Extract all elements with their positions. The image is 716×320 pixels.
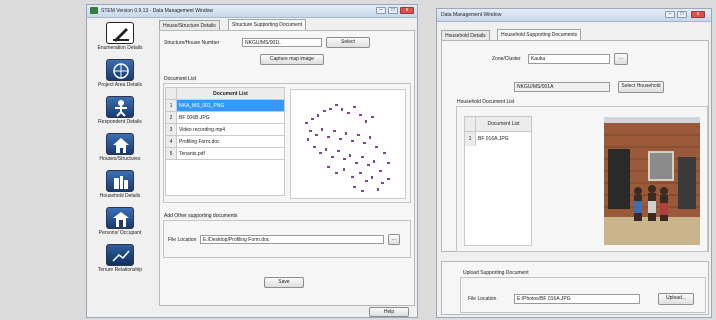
- document-name[interactable]: BF 016A.JPG: [475, 131, 532, 147]
- structure-number-field[interactable]: NKGU/MS/001L: [242, 38, 322, 47]
- document-name[interactable]: Profiling Form.doc: [176, 135, 285, 148]
- close-button[interactable]: x: [400, 7, 414, 14]
- document-list-table[interactable]: Document List 1 NKA_MS_001_PNG 2 BF 006B…: [165, 87, 285, 160]
- select-button[interactable]: Select: [326, 37, 370, 48]
- tab-household-supporting-documents[interactable]: Household Supporting Documents: [497, 29, 582, 40]
- sidebar-item-label: Persons/ Occupant: [98, 230, 142, 236]
- table-header-row: Document List: [464, 116, 532, 132]
- content-panel: Structure/House Number NKGU/MS/001L Sele…: [159, 30, 415, 306]
- person-icon: [106, 96, 134, 118]
- document-name[interactable]: NKA_MS_001_PNG: [176, 99, 285, 112]
- sidebar-item-label: Houses/Structures: [99, 156, 141, 162]
- pen-icon: [106, 22, 134, 44]
- tab-house-structure-details[interactable]: House/Structure Details: [159, 20, 220, 30]
- sidebar-item-label: Household Details: [99, 193, 141, 199]
- file-location-field[interactable]: E:/Desktop/Profiling Form.doc: [200, 235, 384, 244]
- sidebar-item-label: Respondent Details: [98, 119, 142, 125]
- document-name[interactable]: BF 006B.JPG: [176, 111, 285, 124]
- browse-button[interactable]: ...: [388, 234, 400, 245]
- help-button[interactable]: Help: [369, 307, 409, 317]
- tab-structure-supporting-document[interactable]: Structure Supporting Document: [228, 19, 307, 30]
- household-table-empty-area: [464, 146, 532, 246]
- upload-group-title: Upload Supporting Document: [462, 270, 530, 276]
- upload-button[interactable]: Upload...: [658, 293, 694, 305]
- minimize-button[interactable]: –: [376, 7, 386, 14]
- household-photo: [604, 117, 700, 245]
- left-window: STEM Version 0.9.13 - Data Management Wi…: [86, 4, 418, 318]
- document-list-header: Document List: [176, 87, 285, 100]
- upload-file-location-label: File Location: [468, 296, 497, 302]
- sidebar-item-label: Enumeration Details: [97, 45, 143, 51]
- table-row[interactable]: 1 NKA_MS_001_PNG: [165, 99, 285, 112]
- globe-icon: [106, 59, 134, 81]
- household-id-field[interactable]: NKGU/MS/001A: [514, 82, 610, 92]
- sidebar-item-project-area[interactable]: Project Area Details: [87, 59, 153, 88]
- minimize-button[interactable]: –: [665, 11, 675, 18]
- file-location-label: File Location: [168, 237, 197, 243]
- tenure-icon: [106, 244, 134, 266]
- table-row[interactable]: 4 Profiling Form.doc: [165, 135, 285, 148]
- maximize-button[interactable]: □: [677, 11, 687, 18]
- left-title-bar: STEM Version 0.9.13 - Data Management Wi…: [87, 5, 417, 18]
- left-window-title: STEM Version 0.9.13 - Data Management Wi…: [101, 8, 213, 14]
- household-content-panel: Zone/Cluster Kauka ... NKGU/MS/001A Sele…: [441, 40, 709, 252]
- table-row[interactable]: 2 BF 006B.JPG: [165, 111, 285, 124]
- document-list-group-title: Document List: [163, 76, 197, 82]
- sidebar-item-household[interactable]: Household Details: [87, 170, 153, 199]
- household-document-list-group-title: Household Document List: [456, 99, 516, 105]
- add-other-documents-group-title: Add Other supporting documents: [163, 213, 239, 219]
- sidebar-item-respondent[interactable]: Respondent Details: [87, 96, 153, 125]
- sidebar-item-label: Project Area Details: [98, 82, 142, 88]
- sidebar: Enumeration Details Project Area Details…: [87, 18, 155, 317]
- household-document-list-header: Document List: [475, 116, 532, 132]
- upload-file-location-field[interactable]: E:/Photos/BF 016A.JPG: [514, 294, 640, 304]
- right-title-bar: Data Management Window – □ x: [437, 9, 711, 22]
- document-name[interactable]: Tenants.pdf: [176, 147, 285, 160]
- right-window-title: Data Management Window: [441, 12, 502, 18]
- save-button[interactable]: Save: [264, 277, 304, 288]
- map-image-preview: [290, 89, 406, 199]
- upload-panel: Upload Supporting Document File Location…: [441, 261, 709, 315]
- zone-cluster-field[interactable]: Kauka: [528, 54, 610, 64]
- tab-household-details[interactable]: Household Details: [441, 30, 490, 40]
- sidebar-item-houses[interactable]: Houses/Structures: [87, 133, 153, 162]
- capture-map-image-button[interactable]: Capture map image: [260, 54, 324, 65]
- sidebar-item-tenure[interactable]: Tenure Relationship: [87, 244, 153, 273]
- sidebar-item-label: Tenure Relationship: [97, 267, 143, 273]
- sidebar-item-persons[interactable]: Persons/ Occupant: [87, 207, 153, 236]
- table-row[interactable]: 3 Video recording.mp4: [165, 123, 285, 136]
- table-empty-area: [165, 160, 285, 196]
- zone-cluster-label: Zone/Cluster: [492, 56, 521, 62]
- app-icon: [90, 7, 98, 14]
- close-button[interactable]: x: [691, 11, 705, 18]
- door-icon: [106, 207, 134, 229]
- maximize-button[interactable]: □: [388, 7, 398, 14]
- structure-number-label: Structure/House Number: [164, 40, 220, 46]
- sidebar-item-enumeration[interactable]: Enumeration Details: [87, 22, 153, 51]
- household-icon: [106, 170, 134, 192]
- document-name[interactable]: Video recording.mp4: [176, 123, 285, 136]
- right-window: Data Management Window – □ x Household D…: [436, 8, 712, 318]
- table-header-row: Document List: [165, 87, 285, 100]
- table-row[interactable]: 1 BF 016A.JPG: [464, 131, 532, 147]
- house-icon: [106, 133, 134, 155]
- household-document-table[interactable]: Document List 1 BF 016A.JPG: [464, 116, 532, 147]
- table-row[interactable]: 5 Tenants.pdf: [165, 147, 285, 160]
- map-image: [305, 104, 390, 192]
- zone-browse-button[interactable]: ...: [614, 53, 628, 65]
- select-household-button[interactable]: Select Household: [618, 81, 664, 93]
- house-photo-image: [604, 117, 700, 245]
